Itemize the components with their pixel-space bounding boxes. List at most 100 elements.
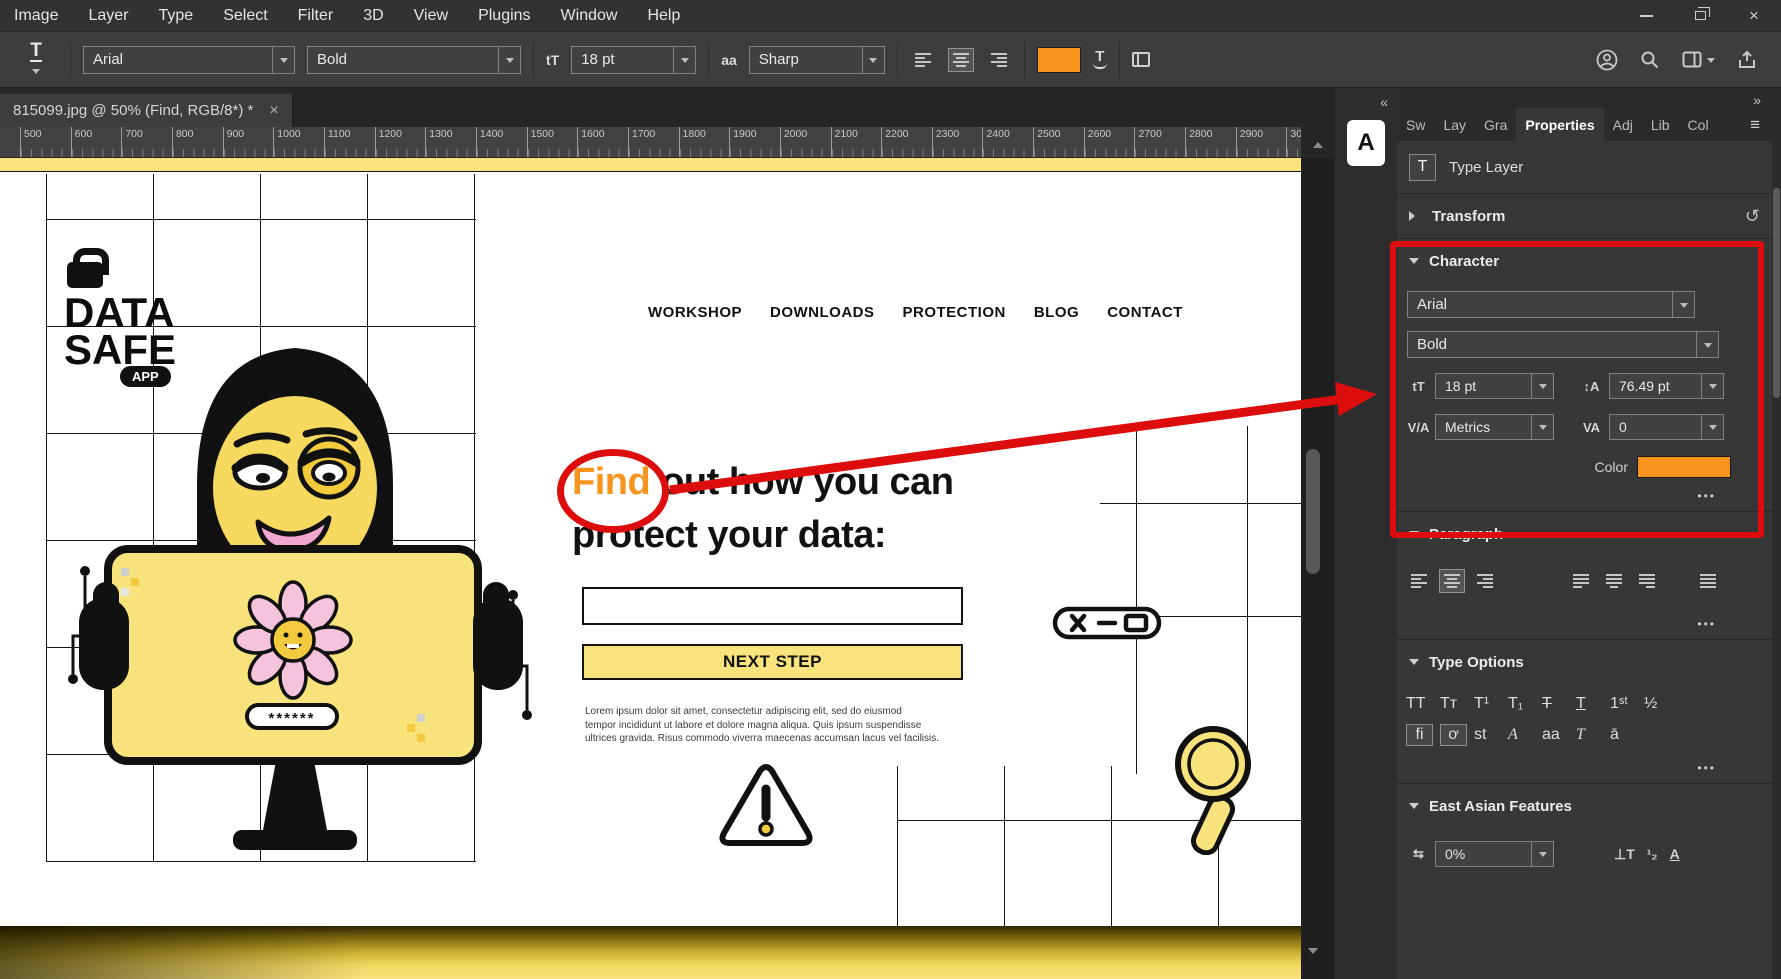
tab-gradients[interactable]: Gra: [1475, 108, 1516, 141]
superscript-button[interactable]: T¹: [1474, 695, 1508, 713]
ornaments-button[interactable]: ā: [1610, 726, 1644, 744]
close-icon[interactable]: ×: [269, 102, 278, 120]
stylistic-sets-button[interactable]: st: [1474, 726, 1508, 744]
titling-alternates-button[interactable]: T: [1576, 726, 1610, 744]
menu-item-layer[interactable]: Layer: [88, 7, 128, 25]
char-size-select[interactable]: 18 pt: [1435, 373, 1554, 399]
account-icon[interactable]: [1596, 49, 1618, 71]
font-style-select[interactable]: Bold: [307, 46, 521, 74]
font-family-select[interactable]: Arial: [83, 46, 295, 74]
type-options-more[interactable]: •••: [1397, 750, 1772, 783]
ruler-tick: 2400: [982, 127, 1033, 157]
scrollbar-up-button[interactable]: [1301, 127, 1334, 158]
small-caps-button[interactable]: Tᴛ: [1440, 695, 1474, 713]
layer-type-row: T Type Layer: [1397, 141, 1772, 193]
window-controls: ×: [1619, 0, 1781, 31]
expand-dock-button[interactable]: »: [1753, 92, 1760, 108]
char-color-swatch[interactable]: [1637, 456, 1731, 478]
character-section-header[interactable]: Character: [1397, 239, 1772, 283]
menu-item-view[interactable]: View: [414, 7, 448, 25]
collapse-dock-button[interactable]: «: [1335, 88, 1397, 110]
tab-properties[interactable]: Properties: [1516, 108, 1603, 141]
workspace-switcher[interactable]: [1682, 51, 1715, 68]
align-center-button[interactable]: [1439, 569, 1465, 593]
character-more-options[interactable]: •••: [1397, 478, 1772, 511]
justify-all-button[interactable]: [1695, 569, 1721, 593]
type-options-label: Type Options: [1429, 654, 1524, 671]
contextual-alternates-button[interactable]: aa: [1542, 726, 1576, 744]
menu-item-window[interactable]: Window: [561, 7, 618, 25]
reset-transform-icon[interactable]: ↺: [1745, 206, 1760, 227]
char-font-family-select[interactable]: Arial: [1407, 291, 1695, 318]
strikethrough-button[interactable]: T: [1542, 695, 1576, 713]
all-caps-button[interactable]: TT: [1406, 695, 1440, 713]
tab-swatches[interactable]: Sw: [1397, 108, 1434, 141]
character-rotation-icon[interactable]: ⊥T: [1614, 846, 1635, 863]
char-font-style-select[interactable]: Bold: [1407, 331, 1719, 358]
document-tab[interactable]: 815099.jpg @ 50% (Find, RGB/8*) * ×: [0, 94, 293, 127]
anti-alias-select[interactable]: Sharp: [749, 46, 885, 74]
tool-preset-picker[interactable]: T: [14, 41, 58, 78]
panel-menu-icon[interactable]: ≡: [1750, 108, 1772, 141]
transform-section-header[interactable]: Transform ↺: [1397, 194, 1772, 238]
panel-scrollbar-thumb[interactable]: [1773, 188, 1780, 398]
tab-libraries[interactable]: Lib: [1642, 108, 1679, 141]
artwork-canvas[interactable]: DATA SAFE APP WORKSHOP DOWNLOADS PROTECT…: [0, 158, 1301, 979]
align-left-button[interactable]: [910, 48, 936, 72]
type-options-row-1: TT Tᴛ T¹ T₁ T T 1ˢᵗ ½: [1406, 695, 1772, 713]
align-right-button[interactable]: [986, 48, 1012, 72]
standard-ligatures-button[interactable]: fi: [1406, 724, 1433, 746]
ordinals-button[interactable]: 1ˢᵗ: [1610, 695, 1644, 713]
tate-chu-yoko-icon[interactable]: ¹₂: [1647, 846, 1658, 862]
menu-item-3d[interactable]: 3D: [363, 7, 383, 25]
tab-adjustments[interactable]: Adj: [1604, 108, 1642, 141]
search-icon[interactable]: [1640, 50, 1660, 70]
subscript-button[interactable]: T₁: [1508, 695, 1542, 713]
east-asian-underline-icon[interactable]: A: [1670, 846, 1680, 862]
tab-color[interactable]: Col: [1679, 108, 1718, 141]
paragraph-more-options[interactable]: •••: [1397, 606, 1772, 639]
align-center-button[interactable]: [948, 48, 974, 72]
discretionary-ligatures-button[interactable]: ơ: [1440, 724, 1467, 746]
ruler-tick: 2100: [831, 127, 882, 157]
ruler-tick: 1100: [324, 127, 375, 157]
menu-item-image[interactable]: Image: [14, 7, 58, 25]
menu-item-plugins[interactable]: Plugins: [478, 7, 530, 25]
underline-button[interactable]: T: [1576, 695, 1610, 713]
stylistic-alternates-button[interactable]: A: [1508, 726, 1542, 744]
ruler-tick: 1200: [375, 127, 426, 157]
canvas-viewport[interactable]: DATA SAFE APP WORKSHOP DOWNLOADS PROTECT…: [0, 158, 1334, 979]
justify-last-center-button[interactable]: [1601, 569, 1627, 593]
justify-last-right-button[interactable]: [1634, 569, 1660, 593]
options-bar-right: [1596, 49, 1767, 71]
minimize-button[interactable]: [1619, 0, 1673, 31]
justify-last-left-button[interactable]: [1568, 569, 1594, 593]
tab-layers[interactable]: Lay: [1434, 108, 1475, 141]
char-leading-select[interactable]: 76.49 pt: [1609, 373, 1724, 399]
panel-scrollbar[interactable]: [1772, 88, 1781, 979]
text-color-swatch[interactable]: [1037, 47, 1081, 73]
menu-item-filter[interactable]: Filter: [298, 7, 334, 25]
restore-button[interactable]: [1673, 0, 1727, 31]
document-tab-bar: 815099.jpg @ 50% (Find, RGB/8*) * ×: [0, 88, 1334, 127]
type-options-section-header[interactable]: Type Options: [1397, 640, 1772, 684]
fractions-button[interactable]: ½: [1644, 695, 1678, 713]
font-size-select[interactable]: 18 pt: [571, 46, 696, 74]
menu-item-type[interactable]: Type: [159, 7, 194, 25]
close-button[interactable]: ×: [1727, 0, 1781, 31]
toggle-panels-button[interactable]: [1132, 52, 1150, 67]
menu-item-select[interactable]: Select: [223, 7, 267, 25]
align-left-button[interactable]: [1406, 569, 1432, 593]
tsume-select[interactable]: 0%: [1435, 841, 1554, 867]
char-kerning-select[interactable]: Metrics: [1435, 414, 1554, 440]
paragraph-section-header[interactable]: Paragraph: [1397, 512, 1772, 556]
align-right-button[interactable]: [1472, 569, 1498, 593]
character-panel-collapsed-icon[interactable]: A: [1347, 120, 1385, 166]
share-icon[interactable]: [1737, 50, 1757, 70]
warp-text-button[interactable]: T: [1093, 50, 1107, 69]
vertical-scrollbar[interactable]: [1306, 449, 1320, 574]
char-tracking-select[interactable]: 0: [1609, 414, 1724, 440]
scrollbar-down-button[interactable]: [1308, 954, 1318, 972]
east-asian-section-header[interactable]: East Asian Features: [1397, 784, 1772, 828]
menu-item-help[interactable]: Help: [647, 7, 680, 25]
